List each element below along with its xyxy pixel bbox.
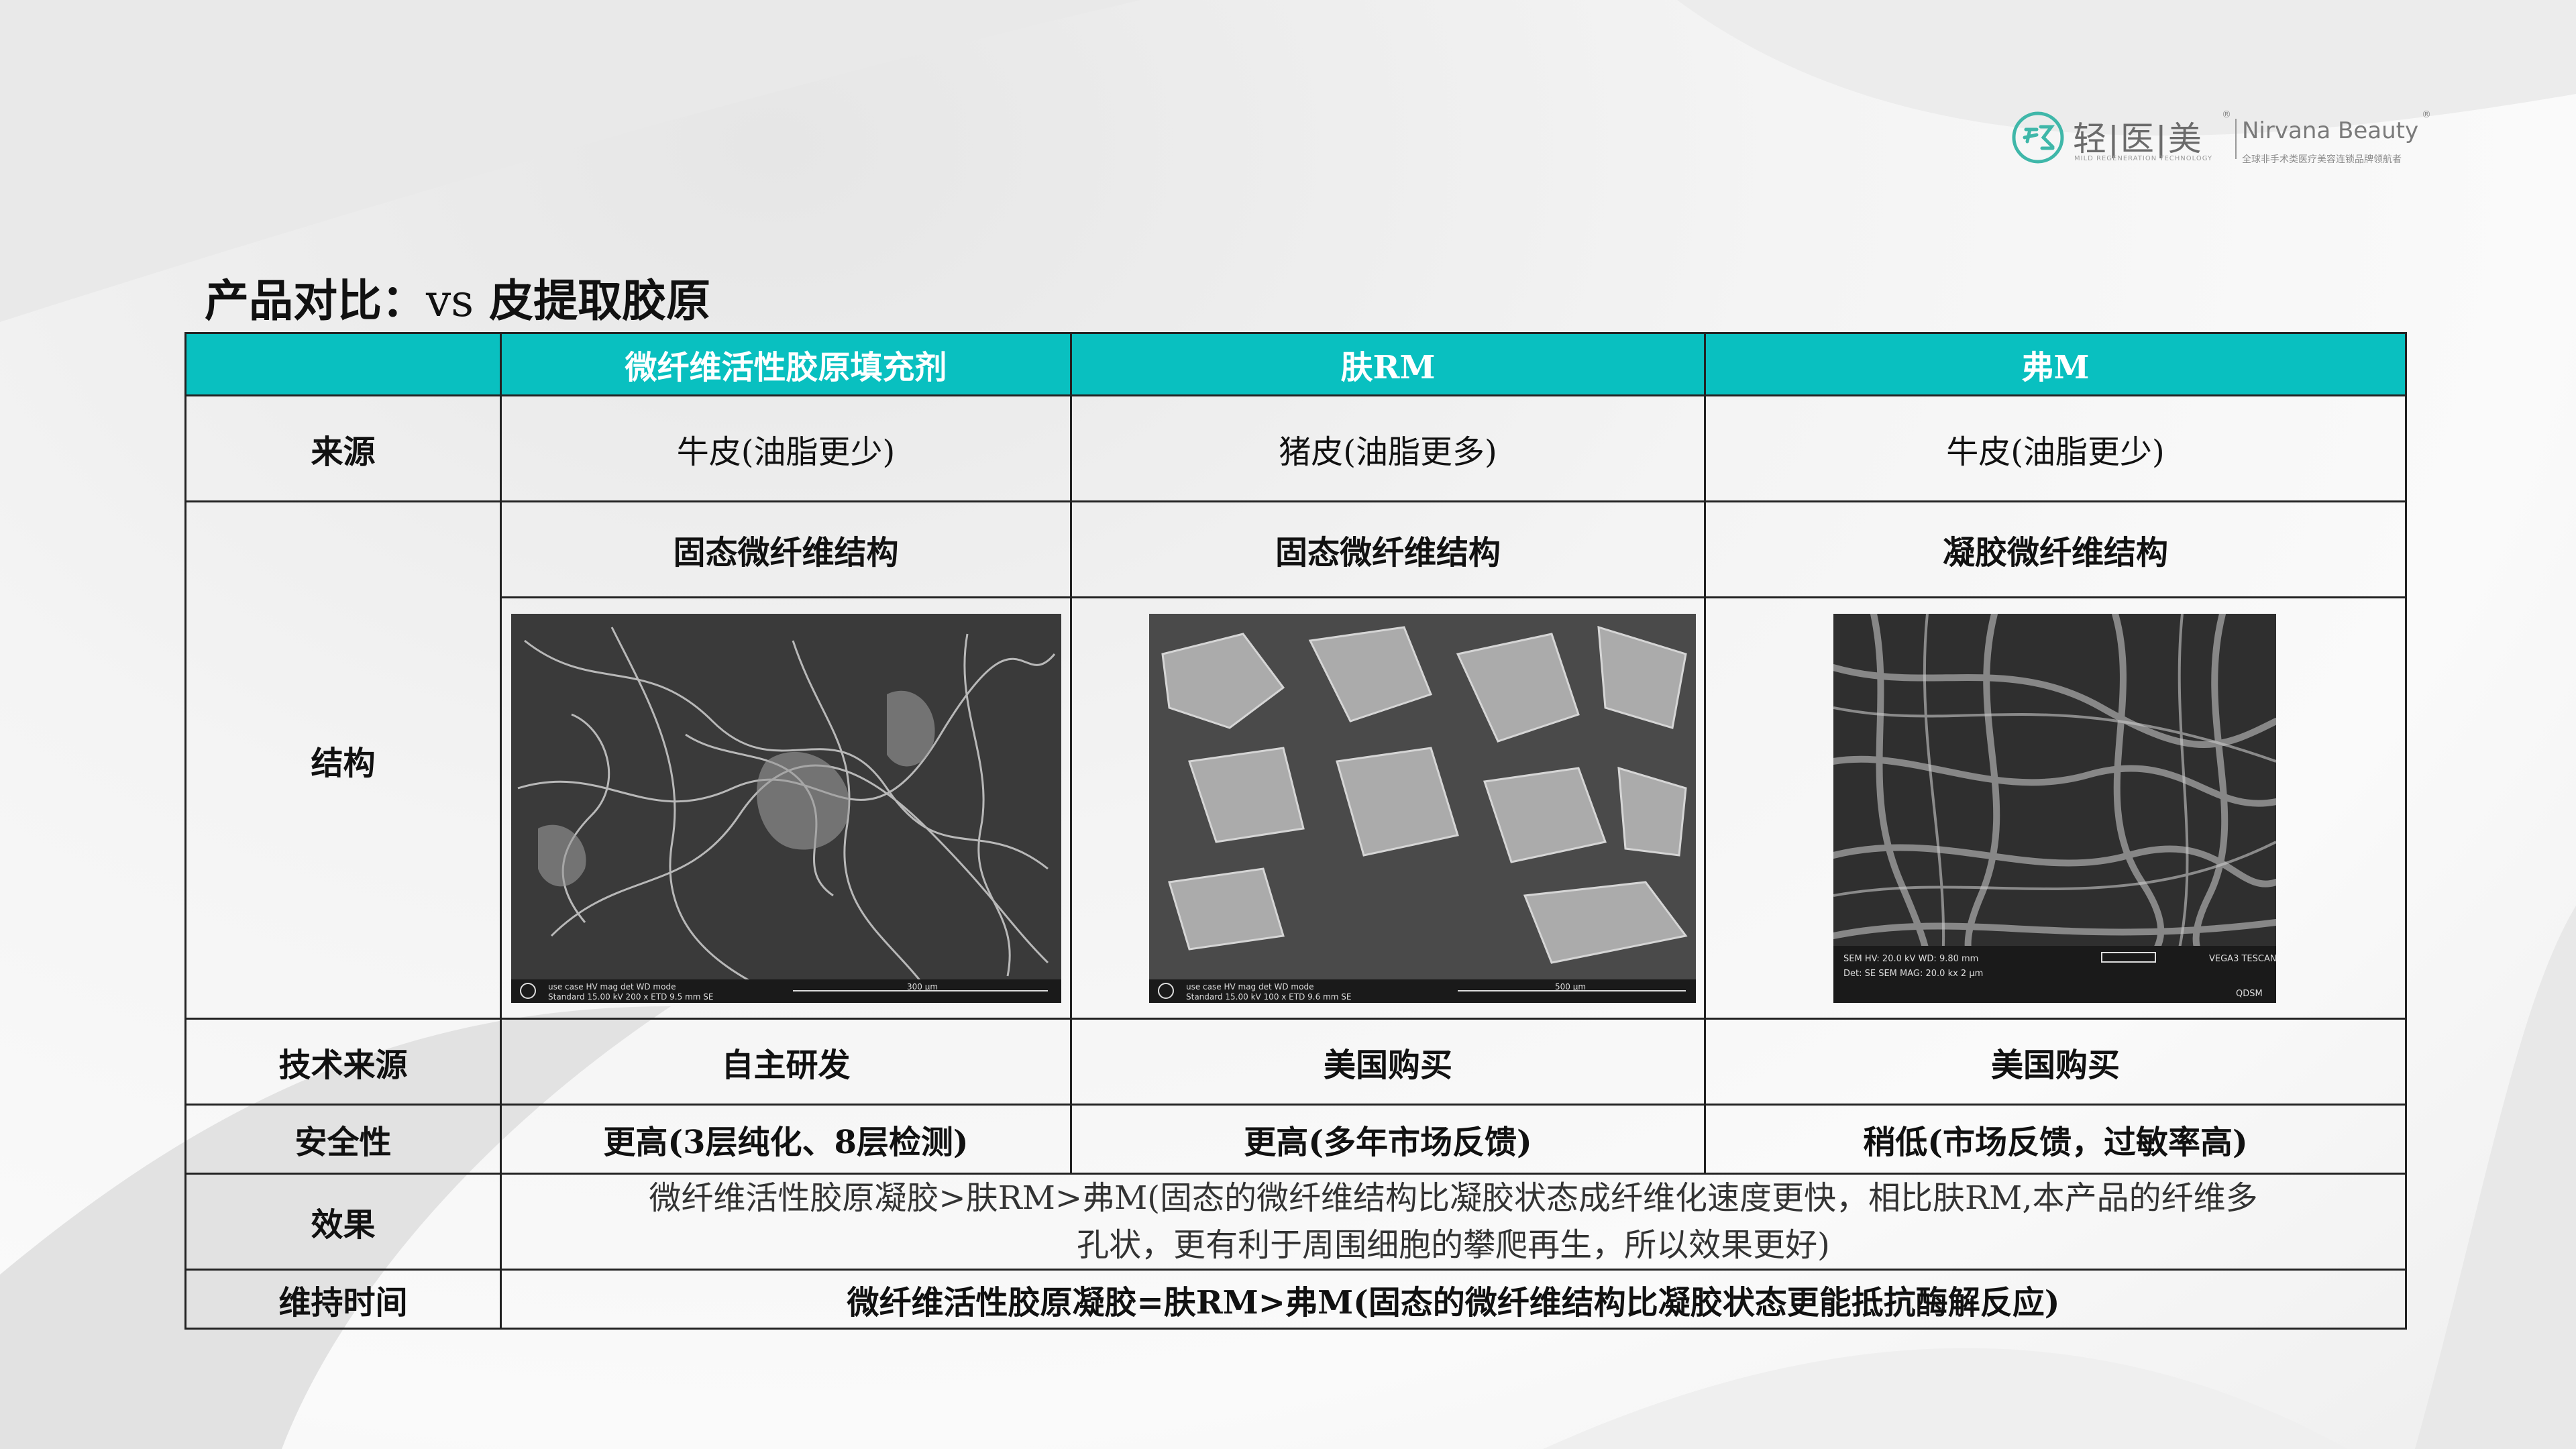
brand-tagline-cn: 全球非手术类医疗美容连锁品牌领航者 <box>2242 154 2402 165</box>
cell-image-2: use case HV mag det WD mode Standard 15.… <box>1070 597 1706 1020</box>
cell-structure-1: 固态微纤维结构 <box>500 500 1072 598</box>
table-row-effect: 效果 微纤维活性胶原凝胶>肤RM>弗M(固态的微纤维结构比凝胶状态成纤维化速度更… <box>184 1173 2407 1271</box>
effect-line-2: 孔状，更有利于周围细胞的攀爬再生，所以效果更好) <box>1077 1226 1830 1264</box>
sem-meta-2: use case HV mag det WD mode <box>1186 982 1313 991</box>
sem-meta2-1: Standard 15.00 kV 200 x ETD 9.5 mm SE <box>548 992 713 1002</box>
brand-tagline-en: MILD REGENERATION TECHNOLOGY <box>2074 155 2213 162</box>
sem-micrograph-1: use case HV mag det WD mode Standard 15.… <box>511 613 1061 1003</box>
brand-name-cn: 轻|医|美 <box>2073 119 2203 158</box>
brand-name-en: Nirvana Beauty <box>2242 117 2419 144</box>
sem-meta2-3: Det: SE SEM MAG: 20.0 kx 2 μm <box>1843 969 1983 979</box>
sem-scale-1: 300 μm <box>907 982 938 991</box>
cell-structure-3: 凝胶微纤维结构 <box>1704 500 2407 598</box>
row-label-safety: 安全性 <box>184 1104 502 1175</box>
cell-source-3: 牛皮(油脂更少) <box>1704 394 2407 502</box>
sem-micrograph-3: SEM HV: 20.0 kV WD: 9.80 mm Det: SE SEM … <box>1833 613 2276 1003</box>
brand-logo: 轻|医|美 Nirvana Beauty ® ® MILD REGENERATI… <box>2006 104 2442 165</box>
header-product-1: 微纤维活性胶原填充剂 <box>500 332 1072 396</box>
sem-corner-3: QDSM <box>2236 989 2263 999</box>
registered-mark-en: ® <box>2422 109 2431 120</box>
row-label-source: 来源 <box>184 394 502 502</box>
sem-meta-3: SEM HV: 20.0 kV WD: 9.80 mm <box>1843 954 1978 964</box>
table-row-structure-images: use case HV mag det WD mode Standard 15.… <box>186 597 2407 1020</box>
cell-image-3: SEM HV: 20.0 kV WD: 9.80 mm Det: SE SEM … <box>1704 597 2407 1020</box>
comparison-table: 微纤维活性胶原填充剂 肤RM 弗M 来源 牛皮(油脂更少) 猪皮(油脂更多) 牛… <box>184 332 2407 1330</box>
cell-source-2: 猪皮(油脂更多) <box>1070 394 1706 502</box>
sem-brand-3: VEGA3 TESCAN <box>2209 954 2276 964</box>
row-label-duration: 维持时间 <box>184 1269 502 1330</box>
sem-scale-2: 500 μm <box>1555 982 1586 991</box>
logo-divider <box>2235 119 2237 159</box>
cell-tech-source-3: 美国购买 <box>1704 1018 2407 1106</box>
title-vs: vs <box>426 275 474 327</box>
title-suffix: 皮提取胶原 <box>474 275 711 327</box>
cell-safety-3: 稍低(市场反馈，过敏率高) <box>1704 1104 2407 1175</box>
sem-meta2-2: Standard 15.00 kV 100 x ETD 9.6 mm SE <box>1186 992 1351 1002</box>
table-row-duration: 维持时间 微纤维活性胶原凝胶=肤RM>弗M(固态的微纤维结构比凝胶状态更能抵抗酶… <box>184 1269 2407 1330</box>
effect-line-1: 微纤维活性胶原凝胶>肤RM>弗M(固态的微纤维结构比凝胶状态成纤维化速度更快，相… <box>649 1179 2258 1217</box>
leaf-circle-logo-icon <box>2012 111 2064 164</box>
table-row-tech-source: 技术来源 自主研发 美国购买 美国购买 <box>184 1018 2407 1106</box>
header-product-2: 肤RM <box>1070 332 1706 396</box>
table-header-row: 微纤维活性胶原填充剂 肤RM 弗M <box>184 332 2407 396</box>
cell-source-1: 牛皮(油脂更少) <box>500 394 1072 502</box>
cell-safety-2: 更高(多年市场反馈) <box>1070 1104 1706 1175</box>
header-empty <box>184 332 502 396</box>
cell-safety-1: 更高(3层纯化、8层检测) <box>500 1104 1072 1175</box>
page-title: 产品对比：vs 皮提取胶原 <box>205 265 710 329</box>
table-row-structure-text: 结构 固态微纤维结构 固态微纤维结构 凝胶微纤维结构 <box>184 500 2407 1019</box>
cell-tech-source-1: 自主研发 <box>500 1018 1072 1106</box>
table-row-safety: 安全性 更高(3层纯化、8层检测) 更高(多年市场反馈) 稍低(市场反馈，过敏率… <box>184 1104 2407 1175</box>
cell-structure-2: 固态微纤维结构 <box>1070 500 1706 598</box>
table-row-source: 来源 牛皮(油脂更少) 猪皮(油脂更多) 牛皮(油脂更少) <box>184 394 2407 502</box>
header-product-3: 弗M <box>1704 332 2407 396</box>
cell-image-1: use case HV mag det WD mode Standard 15.… <box>500 597 1072 1020</box>
cell-effect: 微纤维活性胶原凝胶>肤RM>弗M(固态的微纤维结构比凝胶状态成纤维化速度更快，相… <box>500 1173 2407 1271</box>
row-label-structure: 结构 <box>184 500 502 1019</box>
title-prefix: 产品对比： <box>205 275 426 327</box>
cell-duration: 微纤维活性胶原凝胶=肤RM>弗M(固态的微纤维结构比凝胶状态更能抵抗酶解反应) <box>500 1269 2407 1330</box>
sem-micrograph-2: use case HV mag det WD mode Standard 15.… <box>1149 613 1696 1003</box>
registered-mark: ® <box>2222 109 2231 120</box>
row-label-tech-source: 技术来源 <box>184 1018 502 1106</box>
row-label-effect: 效果 <box>184 1173 502 1271</box>
cell-tech-source-2: 美国购买 <box>1070 1018 1706 1106</box>
sem-meta-1: use case HV mag det WD mode <box>548 982 676 991</box>
